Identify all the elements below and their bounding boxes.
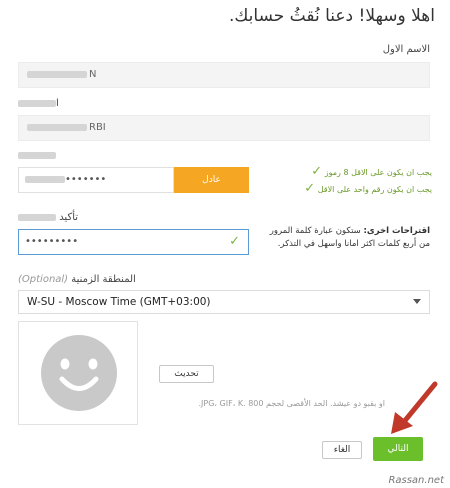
redacted-mask [18,213,56,221]
redacted-mask [27,123,87,131]
check-icon: ✓ [229,234,240,249]
password-rule-1: يجب ان يكون على الاقل 8 رموز ✓ [311,164,432,179]
last-name-value: RBI [89,122,106,133]
chevron-down-icon [413,299,421,304]
confirm-password-input[interactable]: ••••••••• ✓ [18,229,249,255]
first-name-label: الاسم الاول [382,44,430,55]
smiley-avatar-icon [41,335,117,411]
check-icon: ✓ [304,181,316,196]
update-avatar-button[interactable]: تحديث [159,365,214,383]
redacted-mask [18,151,56,159]
confirm-password-value: ••••••••• [25,236,79,247]
first-name-field[interactable]: N [18,62,430,88]
check-icon: ✓ [311,164,323,179]
timezone-select[interactable]: W-SU - Moscow Time (GMT+03:00) [18,290,430,314]
password-rule-2: يجب ان يكون رقم واحد على الاقل ✓ [304,181,432,196]
confirm-password-label: تأكيد [18,212,78,223]
password-suggestion: اقتراحات اخرى: ستكون عبارة كلمة المرور م… [269,226,430,249]
redacted-mask [25,175,65,183]
password-value: ••••••• [65,174,107,185]
password-label [18,150,56,161]
redacted-mask [18,99,56,107]
page-title: اهلا وسهلا! دعنا نُقثُ حسابك. [228,6,435,26]
cancel-button[interactable]: الغاء [322,441,362,459]
password-strength-badge: عادل [174,167,249,193]
avatar-preview [18,321,138,425]
first-name-value: N [89,69,97,80]
avatar-upload-note: او بقبو دو عيشد. الحد الأقصى لحجم 800 .J… [198,399,386,408]
password-input[interactable]: ••••••• [18,167,174,193]
last-name-field[interactable]: RBI [18,115,430,141]
timezone-value: W-SU - Moscow Time (GMT+03:00) [27,296,211,308]
next-button[interactable]: التالي [373,437,423,461]
arrow-icon [391,381,438,434]
timezone-label: (Optional) المنطقة الزمنية [18,274,136,285]
last-name-label: ا [18,98,59,109]
watermark: Rassan.net [388,475,444,486]
redacted-mask [27,70,87,78]
